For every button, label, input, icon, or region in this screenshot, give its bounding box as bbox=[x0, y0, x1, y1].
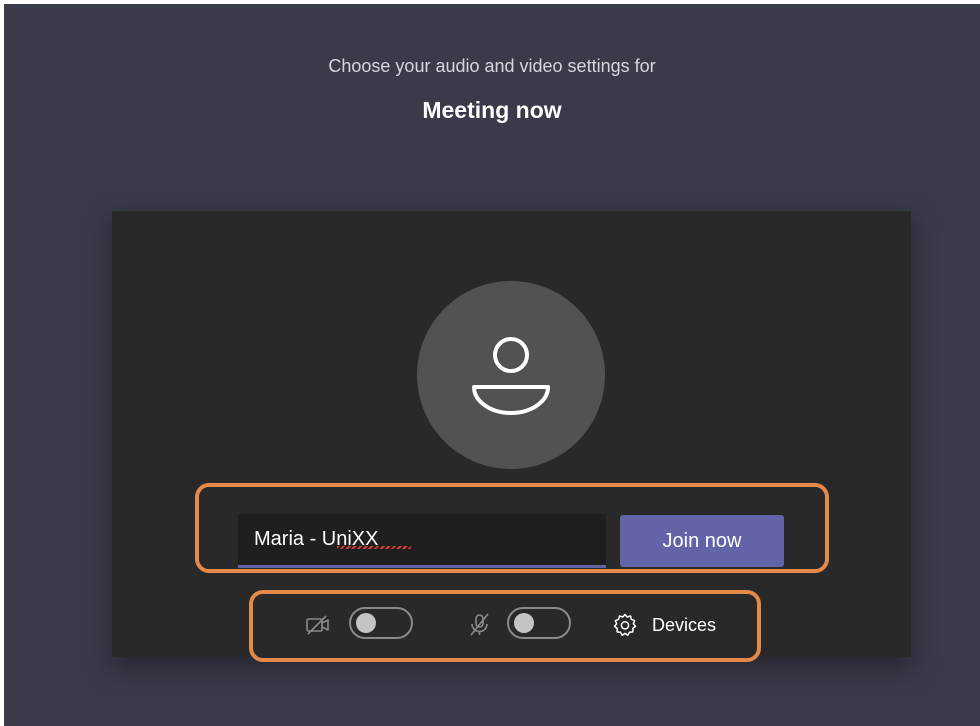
mic-off-icon bbox=[470, 613, 489, 636]
spellcheck-underline bbox=[337, 546, 411, 549]
settings-subtitle: Choose your audio and video settings for bbox=[328, 56, 656, 76]
prejoin-screen: Choose your audio and video settings for… bbox=[4, 4, 980, 726]
video-preview-panel: Join now Devices bbox=[112, 211, 911, 662]
meeting-title: Meeting now bbox=[422, 97, 562, 123]
display-name-input[interactable] bbox=[238, 514, 606, 568]
gear-icon bbox=[613, 613, 637, 637]
person-icon bbox=[472, 337, 550, 415]
camera-off-icon bbox=[306, 615, 329, 635]
join-now-button[interactable]: Join now bbox=[620, 515, 784, 567]
camera-toggle-knob bbox=[356, 613, 376, 633]
mic-toggle-knob bbox=[514, 613, 534, 633]
camera-toggle[interactable] bbox=[349, 607, 413, 639]
devices-label: Devices bbox=[652, 614, 717, 635]
avatar bbox=[417, 281, 605, 469]
devices-button[interactable]: Devices bbox=[612, 609, 716, 641]
mic-toggle[interactable] bbox=[507, 607, 571, 639]
